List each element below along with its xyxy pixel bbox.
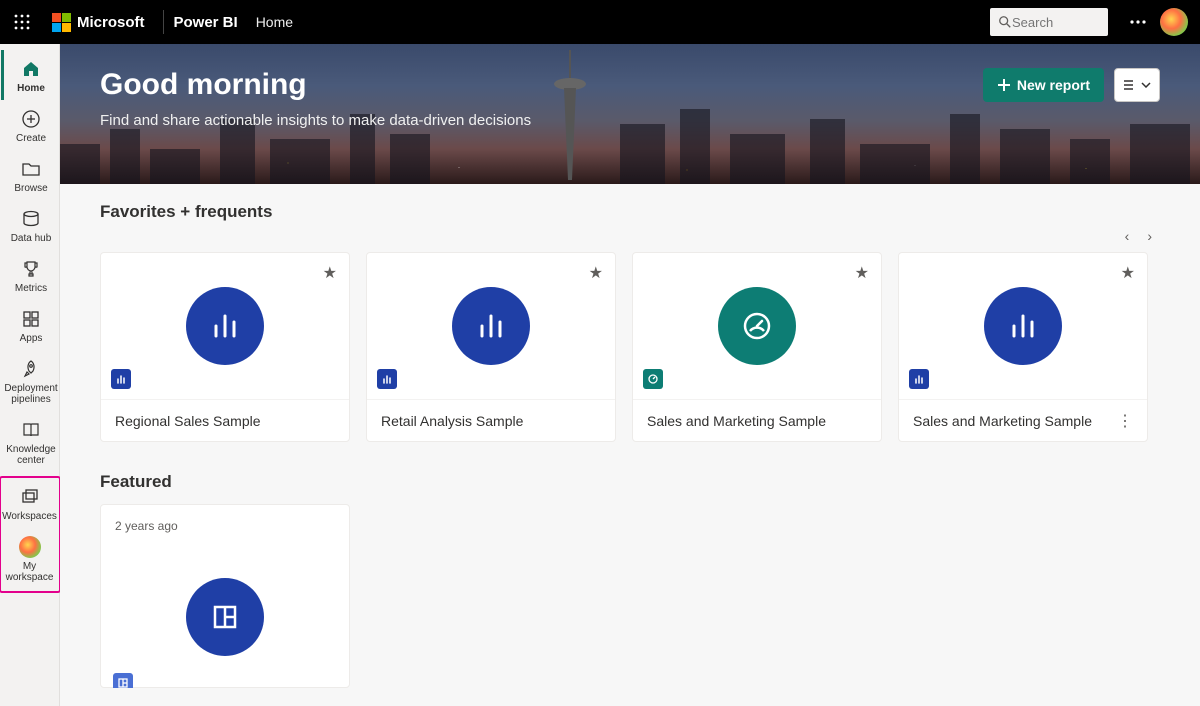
book-icon	[20, 419, 42, 441]
database-icon	[20, 208, 42, 230]
nav-create[interactable]: Create	[1, 100, 59, 150]
nav-label: Workspaces	[2, 511, 57, 522]
nav-workspaces[interactable]: Workspaces	[1, 478, 59, 528]
nav-label: Home	[17, 83, 45, 94]
app-name[interactable]: Power BI	[174, 14, 238, 31]
content-card[interactable]: ★ Regional Sales Sample	[100, 252, 350, 442]
nav-deployment-pipelines[interactable]: Deployment pipelines	[1, 350, 59, 411]
nav-label: My workspace	[1, 561, 59, 583]
folder-icon	[20, 158, 42, 180]
nav-data-hub[interactable]: Data hub	[1, 200, 59, 250]
type-badge-icon	[909, 369, 929, 389]
microsoft-logo-icon	[52, 13, 71, 32]
content-card[interactable]: ★ Sales and Marketing Sample	[632, 252, 882, 442]
card-title: Retail Analysis Sample	[381, 413, 523, 429]
more-options-button[interactable]	[1120, 20, 1156, 24]
nav-browse[interactable]: Browse	[1, 150, 59, 200]
type-badge-icon	[113, 673, 133, 688]
layout-switcher-button[interactable]	[1114, 68, 1160, 102]
user-avatar[interactable]	[1160, 8, 1188, 36]
side-nav: Home Create Browse Data hub Metrics Apps…	[0, 44, 60, 706]
nav-apps[interactable]: Apps	[1, 300, 59, 350]
featured-age: 2 years ago	[101, 505, 349, 547]
plus-icon	[997, 78, 1011, 92]
carousel-nav: ‹ ›	[100, 228, 1160, 244]
report-icon	[186, 287, 264, 365]
nav-label: Knowledge center	[4, 444, 59, 466]
nav-home[interactable]: Home	[1, 50, 59, 100]
dashboard-icon	[718, 287, 796, 365]
list-icon	[1123, 79, 1137, 91]
star-icon[interactable]: ★	[589, 263, 603, 283]
home-icon	[20, 58, 42, 80]
type-badge-icon	[643, 369, 663, 389]
app-launcher-icon[interactable]	[0, 0, 44, 44]
greeting-title: Good morning	[100, 68, 531, 102]
content-card[interactable]: ★ Sales and Marketing Sample ⋮	[898, 252, 1148, 442]
star-icon[interactable]: ★	[323, 263, 337, 283]
top-bar: Microsoft Power BI Home	[0, 0, 1200, 44]
card-title: Regional Sales Sample	[115, 413, 261, 429]
hero-banner: Good morning Find and share actionable i…	[60, 44, 1200, 184]
nav-my-workspace[interactable]: My workspace	[1, 528, 59, 589]
separator	[163, 10, 164, 34]
nav-label: Metrics	[15, 283, 47, 294]
brand-text: Microsoft	[77, 14, 145, 31]
content-card[interactable]: ★ Retail Analysis Sample	[366, 252, 616, 442]
apps-icon	[20, 308, 42, 330]
favorites-title: Favorites + frequents	[100, 202, 1160, 222]
card-title: Sales and Marketing Sample	[647, 413, 826, 429]
favorites-cards: ★ Regional Sales Sample ★	[100, 252, 1160, 442]
featured-title: Featured	[100, 472, 1160, 492]
star-icon[interactable]: ★	[855, 263, 869, 283]
search-box[interactable]	[990, 8, 1108, 36]
nav-label: Data hub	[11, 233, 52, 244]
rocket-icon	[20, 358, 42, 380]
nav-metrics[interactable]: Metrics	[1, 250, 59, 300]
breadcrumb[interactable]: Home	[256, 14, 293, 30]
nav-label: Create	[16, 133, 46, 144]
main-area: Good morning Find and share actionable i…	[60, 44, 1200, 706]
search-icon	[998, 15, 1012, 29]
type-badge-icon	[111, 369, 131, 389]
workspaces-icon	[19, 486, 41, 508]
nav-knowledge-center[interactable]: Knowledge center	[1, 411, 59, 472]
report-icon	[984, 287, 1062, 365]
trophy-icon	[20, 258, 42, 280]
nav-label: Browse	[14, 183, 47, 194]
card-title: Sales and Marketing Sample	[913, 413, 1092, 429]
star-icon[interactable]: ★	[1121, 263, 1135, 283]
type-badge-icon	[377, 369, 397, 389]
card-more-button[interactable]: ⋮	[1117, 411, 1133, 431]
greeting-subtitle: Find and share actionable insights to ma…	[100, 112, 531, 129]
nav-label: Deployment pipelines	[4, 383, 59, 405]
report-icon	[452, 287, 530, 365]
search-input[interactable]	[1012, 15, 1092, 30]
nav-label: Apps	[20, 333, 43, 344]
chevron-down-icon	[1141, 82, 1151, 88]
new-report-label: New report	[1017, 77, 1090, 93]
app-icon	[186, 578, 264, 656]
workspace-group-highlight: Workspaces My workspace	[0, 476, 61, 593]
workspace-avatar-icon	[19, 536, 41, 558]
carousel-next-button[interactable]: ›	[1147, 228, 1152, 244]
carousel-prev-button[interactable]: ‹	[1125, 228, 1130, 244]
plus-circle-icon	[20, 108, 42, 130]
featured-card[interactable]: 2 years ago	[100, 504, 350, 688]
microsoft-logo[interactable]: Microsoft	[44, 13, 153, 32]
new-report-button[interactable]: New report	[983, 68, 1104, 102]
